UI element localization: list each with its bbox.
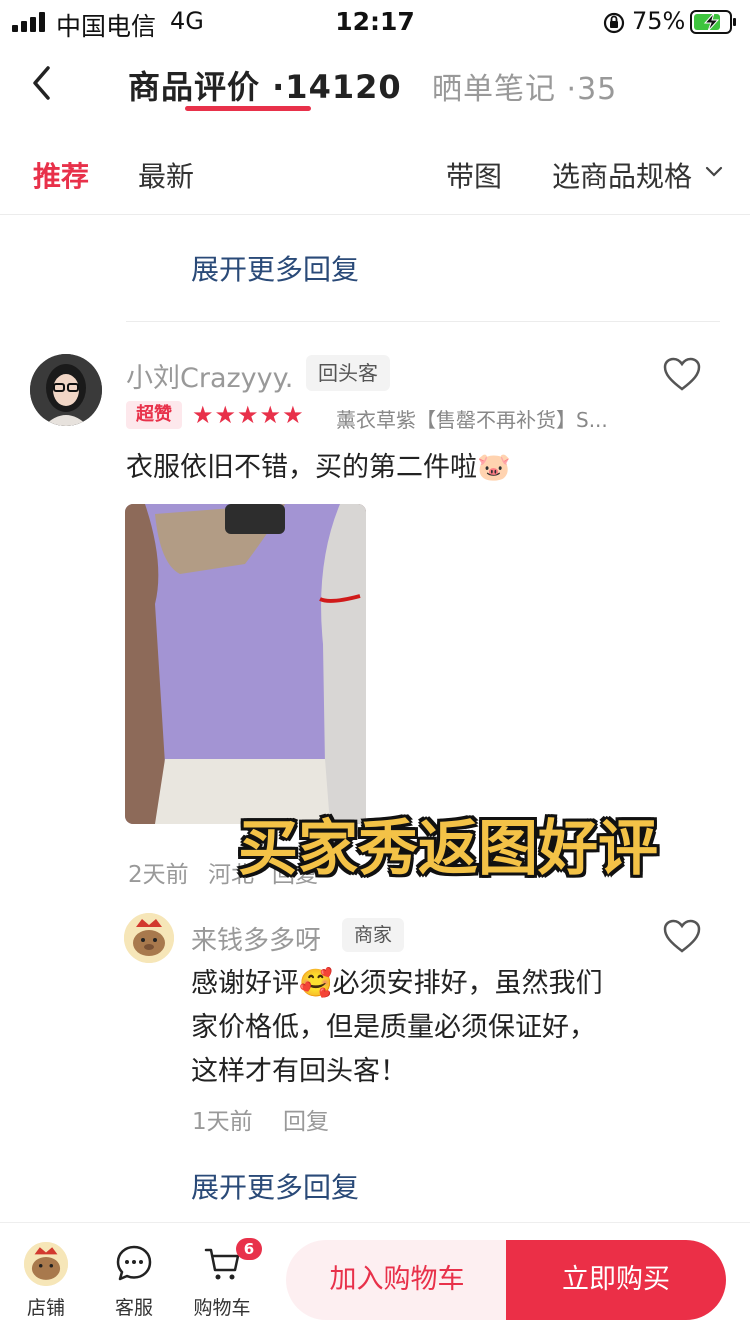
like-heart-icon[interactable] bbox=[662, 918, 702, 954]
separator bbox=[126, 321, 720, 322]
avatar[interactable] bbox=[30, 354, 102, 426]
returning-customer-tag: 回头客 bbox=[306, 355, 390, 391]
shop-icon[interactable] bbox=[24, 1242, 68, 1286]
chevron-left-icon bbox=[33, 66, 50, 100]
customer-service-label[interactable]: 客服 bbox=[104, 1293, 164, 1320]
cart-count-badge: 6 bbox=[236, 1238, 262, 1260]
overlay-caption: 买家秀返图好评 bbox=[238, 814, 658, 884]
customer-service-icon[interactable] bbox=[114, 1243, 154, 1283]
tab-reviews[interactable]: 商品评价 ·14120 bbox=[128, 62, 402, 108]
divider bbox=[0, 214, 750, 215]
seller-tag: 商家 bbox=[342, 918, 405, 952]
seller-name[interactable]: 来钱多多呀 bbox=[191, 920, 321, 957]
back-button[interactable] bbox=[26, 58, 66, 108]
tab-notes[interactable]: 晒单笔记 ·35 bbox=[432, 64, 617, 108]
add-to-cart-button[interactable]: 加入购物车 bbox=[286, 1240, 508, 1320]
review-time: 2天前 bbox=[128, 862, 189, 888]
seller-reply-text: 感谢好评🥰必须安排好，虽然我们家价格低，但是质量必须保证好，这样才有回头客！ bbox=[191, 968, 603, 1087]
filter-with-image[interactable]: 带图 bbox=[446, 155, 502, 195]
filter-recommend[interactable]: 推荐 bbox=[33, 155, 89, 195]
filter-latest[interactable]: 最新 bbox=[138, 155, 194, 195]
user-avatar-image bbox=[30, 354, 102, 426]
seller-reply-time: 1天前 bbox=[192, 1109, 253, 1135]
shop-logo-icon bbox=[24, 1242, 68, 1286]
chevron-down-icon[interactable] bbox=[704, 161, 724, 181]
filter-spec[interactable]: 选商品规格 bbox=[552, 155, 692, 195]
reviewer-name[interactable]: 小刘Crazyyy. bbox=[126, 356, 293, 395]
review-text: 衣服依旧不错，买的第二件啦🐷 bbox=[126, 452, 511, 483]
active-tab-indicator bbox=[185, 106, 311, 111]
seller-reply-link[interactable]: 回复 bbox=[283, 1102, 329, 1136]
rotation-lock-icon bbox=[603, 12, 625, 34]
star-rating: ★★★★★ bbox=[192, 401, 305, 429]
expand-more-replies-link[interactable]: 展开更多回复 bbox=[191, 248, 359, 288]
battery-icon bbox=[690, 10, 736, 34]
cart-label[interactable]: 购物车 bbox=[190, 1293, 254, 1320]
review-photo[interactable] bbox=[125, 504, 366, 824]
status-bar: 中国电信 4G 12:17 75% bbox=[0, 0, 750, 44]
super-like-badge: 超赞 bbox=[126, 401, 182, 429]
like-heart-icon[interactable] bbox=[662, 356, 702, 392]
review-photo-image bbox=[125, 504, 366, 824]
seller-avatar[interactable] bbox=[124, 913, 174, 963]
product-spec: 薰衣草紫【售罄不再补货】S... bbox=[336, 408, 608, 432]
expand-more-replies-link[interactable]: 展开更多回复 bbox=[191, 1166, 359, 1206]
capybara-icon bbox=[124, 913, 174, 963]
shop-label[interactable]: 店铺 bbox=[16, 1293, 76, 1320]
buy-now-button[interactable]: 立即购买 bbox=[506, 1240, 726, 1320]
battery-percent: 75% bbox=[632, 7, 686, 35]
